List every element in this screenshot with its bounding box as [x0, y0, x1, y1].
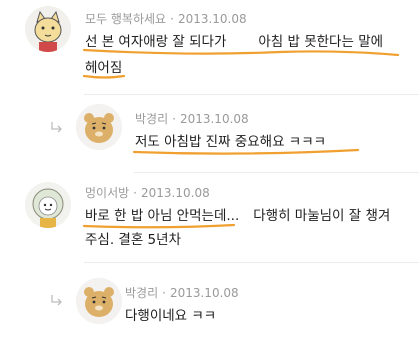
divider — [84, 262, 419, 263]
author-name[interactable]: 멍이서방 — [85, 186, 129, 200]
author-name[interactable]: 박경리 — [125, 286, 158, 300]
bear-avatar-icon — [76, 104, 122, 150]
comment-date: 2013.10.08 — [169, 286, 239, 300]
comment-meta: 멍이서방 · 2013.10.08 — [85, 184, 210, 201]
comment-date: 2013.10.08 — [179, 112, 249, 126]
comment-text-segment: 다행히 마눌님이 잘 챙겨 — [253, 208, 391, 224]
author-name[interactable]: 모두 행복하세요 — [85, 12, 166, 26]
comment-text-segment: 바로 한 밥 아님 안먹는데... — [85, 208, 240, 224]
meta-separator: · — [162, 286, 166, 300]
comment-text: 저도 아침밥 진짜 중요해요 ㅋㅋㅋ — [135, 134, 327, 150]
comment-text-line2: 주심. 결혼 5년차 — [85, 232, 181, 248]
bear-avatar-icon — [76, 278, 122, 324]
comment-meta: 모두 행복하세요 · 2013.10.08 — [85, 10, 247, 27]
comment-meta: 박경리 · 2013.10.08 — [135, 110, 249, 127]
meta-separator: · — [170, 12, 174, 26]
author-name[interactable]: 박경리 — [135, 112, 168, 126]
comment-text: 선 본 여자애랑 잘 되다가 아침 밥 못한다는 말에 — [85, 30, 383, 54]
avatar[interactable] — [25, 6, 71, 52]
comment-date: 2013.10.08 — [141, 186, 210, 200]
avatar[interactable] — [25, 182, 71, 228]
comment-text-segment: 선 본 여자애랑 잘 되다가 — [85, 34, 227, 50]
comment-text-line2: 헤어짐 — [85, 60, 123, 76]
reply-arrow-icon — [51, 295, 62, 306]
comment-text-segment: 아침 밥 못한다는 말에 — [258, 34, 384, 50]
meta-separator: · — [172, 112, 176, 126]
comment-text: 바로 한 밥 아님 안먹는데... 다행히 마눌님이 잘 챙겨 — [85, 204, 390, 228]
meta-separator: · — [133, 186, 137, 200]
divider — [84, 94, 419, 95]
character-avatar-icon — [25, 182, 71, 228]
cat-avatar-icon — [25, 6, 71, 52]
avatar[interactable] — [76, 104, 122, 150]
comment-date: 2013.10.08 — [177, 12, 247, 26]
comment-meta: 박경리 · 2013.10.08 — [125, 284, 239, 301]
reply-arrow-icon — [51, 122, 62, 133]
avatar[interactable] — [76, 278, 122, 324]
comment-text: 다행이네요 ㅋㅋ — [125, 308, 217, 324]
divider — [134, 172, 419, 173]
